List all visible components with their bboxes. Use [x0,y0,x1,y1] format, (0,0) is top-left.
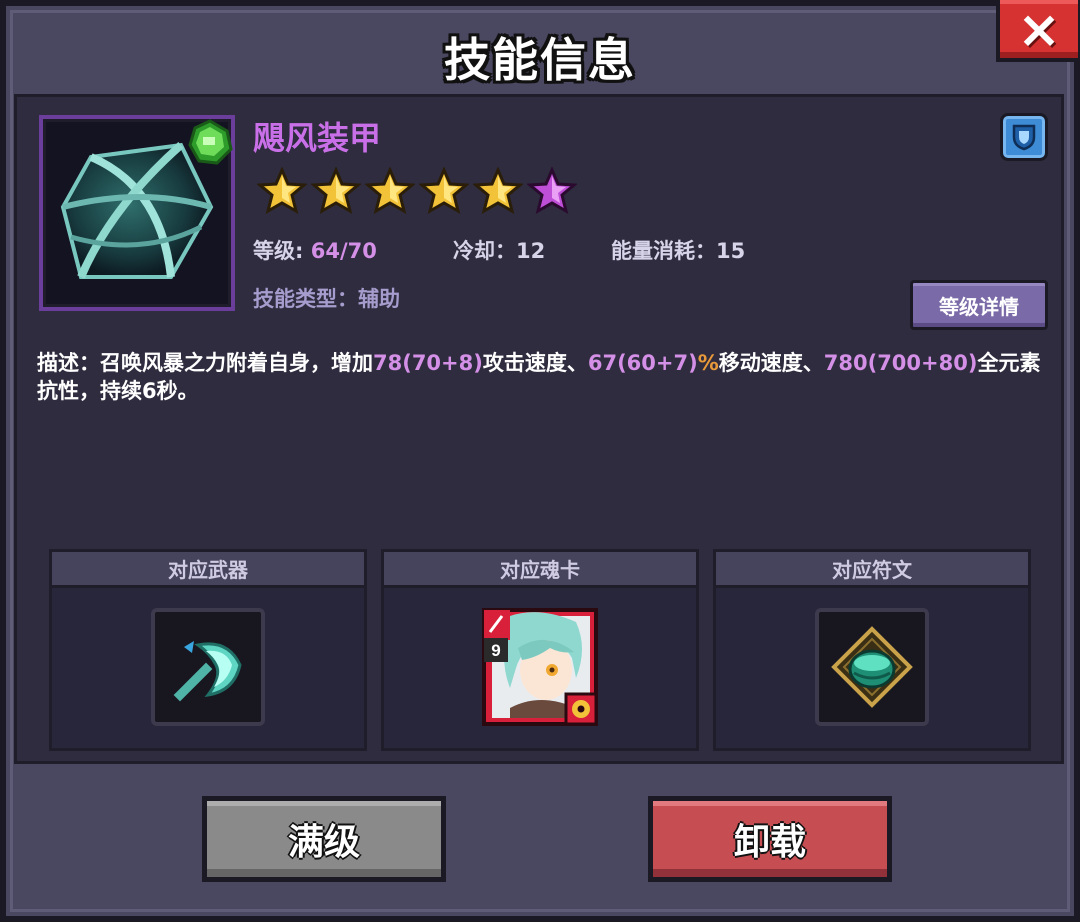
skill-type-label: 技能类型： [253,287,358,311]
skill-type-value: 辅助 [358,287,400,311]
shield-button[interactable] [1000,113,1048,161]
energy-value: 15 [716,239,746,263]
axe-weapon-icon [173,641,242,702]
skill-description: 描述：召唤风暴之力附着自身，增加78(70+8)攻击速度、67(60+7)%移动… [37,349,1047,405]
skill-panel: 飓风装甲 等级: 64/70 冷却：12 能量消耗：15 技能类型：辅助 等级详… [14,94,1064,764]
rune-item[interactable] [815,608,929,726]
star-rating [257,167,577,215]
desc-resistance-value: 780(700+80) [823,351,978,375]
close-button[interactable]: × [996,0,1080,62]
cooldown-label: 冷却： [453,239,516,263]
weapon-slot: 对应武器 [49,549,367,751]
star-gold-icon [311,167,361,215]
rune-slot: 对应符文 [713,549,1031,751]
close-icon: × [1017,0,1061,60]
shield-icon [1012,124,1036,151]
skill-energy-cost: 能量消耗：15 [611,235,745,265]
emerald-rune-icon [831,626,913,708]
dialog-title: 技能信息 [444,33,636,87]
soul-card-slot: 对应魂卡 9 [381,549,699,751]
rarity-gem-icon [188,119,233,165]
desc-attack-speed-text: 攻击速度、 [482,351,588,375]
weapon-slot-title: 对应武器 [52,552,364,588]
level-detail-button[interactable]: 等级详情 [910,280,1048,330]
rune-slot-title: 对应符文 [716,552,1028,588]
star-gold-icon [419,167,469,215]
level-value: 64/70 [310,239,377,263]
level-label: 等级: [253,239,304,263]
skill-info-dialog: 技能信息 × 飓风装甲 等级: 64/70 冷却：12 能量消耗：15 技能类型… [0,0,1080,922]
max-level-button[interactable]: 满级 [202,796,446,882]
soul-card-level: 9 [491,641,500,660]
energy-label: 能量消耗： [611,239,716,263]
desc-move-speed-value: 67(60+7) [587,351,698,375]
desc-percent: % [697,351,719,375]
star-purple-icon [527,167,577,215]
desc-prefix: 描述：召唤风暴之力附着自身，增加 [37,351,373,375]
unload-button[interactable]: 卸载 [648,796,892,882]
desc-move-speed-text: 移动速度、 [718,351,824,375]
skill-level: 等级: 64/70 [253,235,377,265]
soul-card-portrait[interactable]: 9 [480,608,600,726]
skill-name: 飓风装甲 [253,119,382,157]
star-gold-icon [257,167,307,215]
cooldown-value: 12 [516,239,546,263]
skill-type: 技能类型：辅助 [253,283,400,313]
desc-attack-speed-value: 78(70+8) [373,351,483,375]
weapon-item[interactable] [151,608,265,726]
star-gold-icon [473,167,523,215]
soul-card-slot-title: 对应魂卡 [384,552,696,588]
star-gold-icon [365,167,415,215]
skill-cooldown: 冷却：12 [453,235,545,265]
